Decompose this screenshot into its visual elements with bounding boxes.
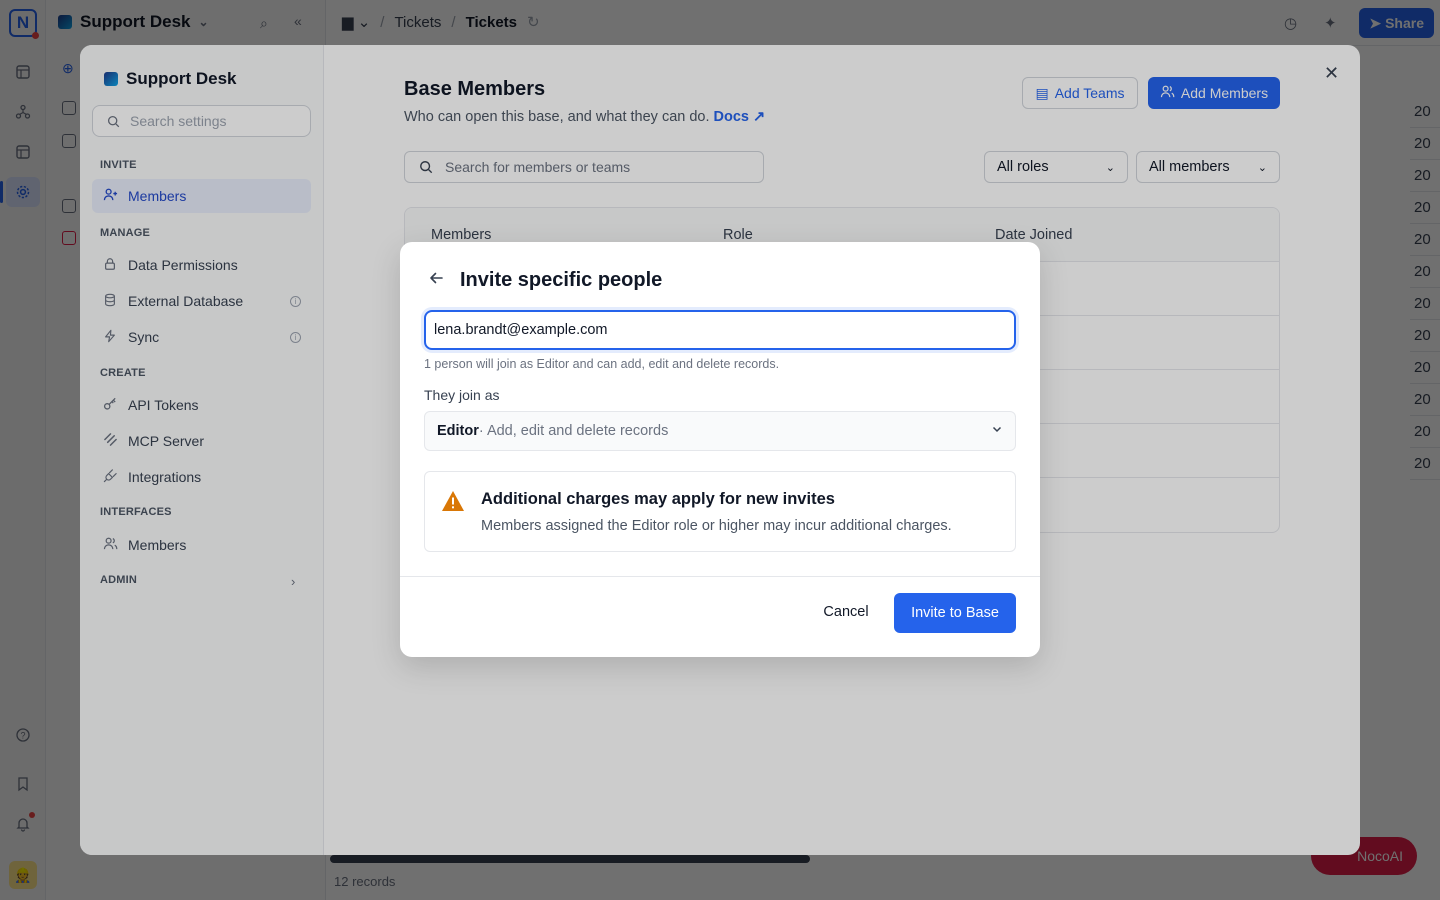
dialog-title: Invite specific people <box>460 269 663 291</box>
alert-title: Additional charges may apply for new inv… <box>481 490 835 508</box>
email-field[interactable]: lena.brandt@example.com <box>424 310 1016 350</box>
invite-hint: 1 person will join as Editor and can add… <box>424 357 780 371</box>
cancel-button[interactable]: Cancel <box>808 593 884 631</box>
role-label: They join as <box>424 387 500 403</box>
charges-alert: Additional charges may apply for new inv… <box>424 471 1016 552</box>
warning-icon <box>442 491 464 511</box>
alert-description: Members assigned the Editor role or high… <box>481 518 952 534</box>
role-select[interactable]: Editor · Add, edit and delete records <box>424 411 1016 451</box>
back-arrow-icon[interactable] <box>428 270 444 291</box>
invite-dialog: Invite specific people lena.brandt@examp… <box>400 242 1040 657</box>
invite-button[interactable]: Invite to Base <box>894 593 1016 633</box>
chevron-down-icon <box>991 423 1003 438</box>
dialog-divider <box>400 576 1040 577</box>
